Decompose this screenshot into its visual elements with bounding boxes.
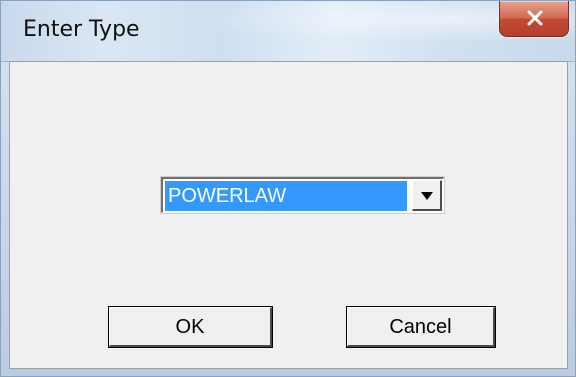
title-bar[interactable]: Enter Type	[1, 1, 575, 62]
ok-button[interactable]: OK	[109, 307, 272, 347]
cancel-button[interactable]: Cancel	[347, 307, 495, 347]
ok-button-label: OK	[175, 315, 205, 338]
cancel-button-label: Cancel	[389, 315, 452, 338]
window-title: Enter Type	[23, 17, 140, 42]
enter-type-dialog-window: Enter Type POWERLAW OK Cancel	[0, 0, 576, 377]
close-button[interactable]	[499, 1, 569, 37]
dropdown-button[interactable]	[412, 180, 442, 211]
type-dropdown-value[interactable]: POWERLAW	[165, 181, 407, 211]
close-icon	[500, 1, 570, 35]
type-dropdown[interactable]: POWERLAW	[161, 177, 444, 213]
chevron-down-icon	[421, 192, 433, 200]
